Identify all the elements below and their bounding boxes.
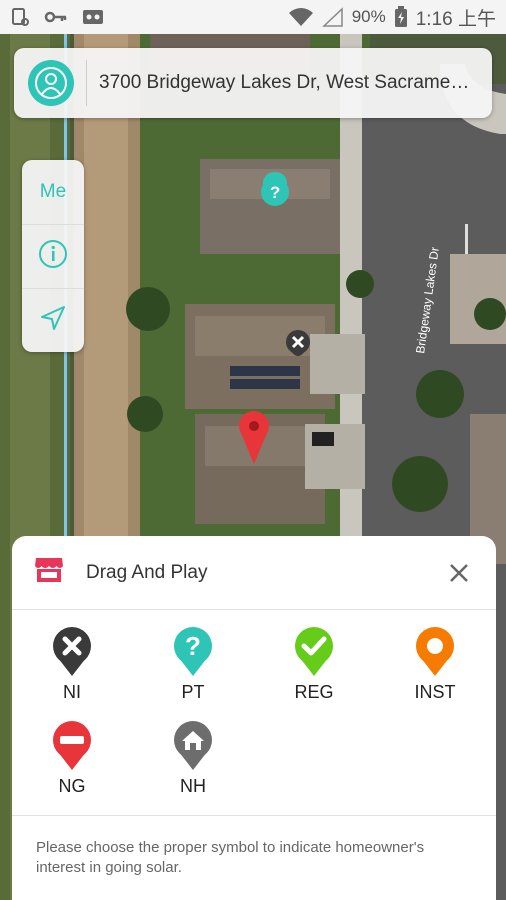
close-icon[interactable]	[444, 558, 474, 588]
tool-label-ni: NI	[63, 682, 81, 702]
drag-and-play-sheet: Drag And Play NI ? PT REG INST NG NH Ple…	[12, 536, 496, 900]
battery-percent: 90%	[351, 7, 386, 26]
address-divider	[86, 60, 87, 106]
minus-icon	[53, 721, 91, 770]
symbol-grid: NI ? PT REG INST NG NH	[12, 610, 496, 816]
battery-charging-icon	[394, 6, 408, 28]
wifi-icon	[288, 7, 314, 27]
status-right: 90% 1:16 上午	[288, 4, 496, 31]
tool-pt[interactable]: ? PT	[143, 626, 243, 703]
signal-icon	[321, 7, 344, 27]
tool-ng[interactable]: NG	[22, 720, 122, 797]
map-marker-question[interactable]: ?	[261, 172, 289, 206]
house-icon	[174, 721, 212, 770]
clock: 1:16 上午	[415, 8, 496, 30]
info-button[interactable]	[22, 224, 84, 288]
sheet-header: Drag And Play	[12, 536, 496, 610]
check-icon	[295, 627, 333, 676]
ring-icon	[416, 627, 454, 676]
navigation-arrow-icon	[38, 303, 68, 339]
status-left	[10, 7, 104, 27]
x-icon	[53, 627, 91, 676]
tool-label-ng: NG	[58, 776, 86, 796]
question-icon: ?	[174, 627, 212, 676]
me-button[interactable]: Me	[22, 160, 84, 224]
tool-label-reg: REG	[294, 682, 334, 702]
svg-text:?: ?	[270, 183, 280, 202]
voicemail-icon	[82, 9, 104, 25]
tool-nh[interactable]: NH	[143, 720, 243, 797]
tool-label-pt: PT	[181, 682, 205, 702]
tool-label-inst: INST	[414, 682, 456, 702]
tool-ni[interactable]: NI	[22, 626, 122, 703]
sheet-title: Drag And Play	[86, 561, 208, 583]
instruction-note: Please choose the proper symbol to indic…	[36, 839, 425, 876]
user-avatar-icon[interactable]	[28, 60, 74, 106]
svg-text:?: ?	[185, 631, 201, 661]
address-text[interactable]: 3700 Bridgeway Lakes Dr, West Sacrame…	[99, 72, 491, 94]
tool-label-nh: NH	[180, 776, 206, 796]
tool-inst[interactable]: INST	[385, 626, 485, 703]
store-icon	[34, 556, 64, 589]
sim-card-icon	[10, 7, 30, 27]
key-icon	[44, 7, 68, 27]
navigate-button[interactable]	[22, 288, 84, 352]
tool-reg[interactable]: REG	[264, 626, 364, 703]
map-side-controls: Me	[22, 160, 84, 352]
status-bar: 90% 1:16 上午	[0, 0, 506, 34]
address-search-bar[interactable]: 3700 Bridgeway Lakes Dr, West Sacrame…	[14, 48, 492, 118]
info-icon	[38, 239, 68, 275]
